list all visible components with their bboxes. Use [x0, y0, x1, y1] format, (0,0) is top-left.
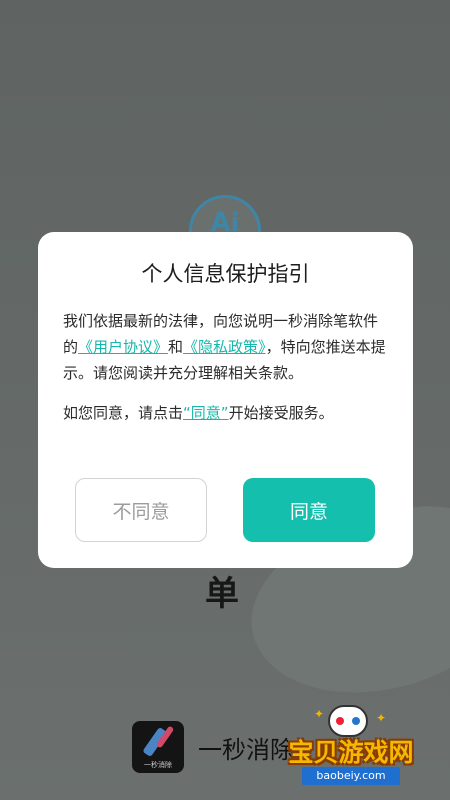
watermark-url: baobeiy.com: [302, 767, 400, 785]
gamepad-button-blue: [352, 717, 360, 725]
paragraph-text: 如您同意，请点击: [63, 404, 184, 422]
dialog-paragraph-1: 我们依据最新的法律，向您说明一秒消除笔软件的《用户协议》和《隐私政策》，特向您推…: [63, 308, 391, 386]
app-icon-caption: 一秒消除: [144, 761, 172, 769]
agree-inline-link[interactable]: “同意”: [183, 404, 229, 422]
paragraph-text: 开始接受服务。: [228, 404, 334, 422]
user-agreement-link[interactable]: 《用户协议》: [78, 338, 168, 356]
privacy-dialog: 个人信息保护指引 我们依据最新的法律，向您说明一秒消除笔软件的《用户协议》和《隐…: [38, 232, 413, 568]
app-icon: 一秒消除: [132, 721, 184, 773]
privacy-policy-link[interactable]: 《隐私政策》: [183, 338, 266, 356]
dialog-title: 个人信息保护指引: [141, 262, 310, 286]
app-footer: 一秒消除 一秒消除: [132, 720, 294, 774]
sparkle-icon: ✦: [314, 707, 325, 721]
watermark-text: 宝贝游戏网: [288, 738, 414, 767]
disagree-button[interactable]: 不同意: [75, 478, 207, 542]
watermark: ✦ ✦ 宝贝游戏网 baobeiy.com: [276, 705, 426, 790]
agree-button[interactable]: 同意: [243, 478, 375, 542]
conjunction-text: 和: [168, 338, 184, 356]
dialog-body: 我们依据最新的法律，向您说明一秒消除笔软件的《用户协议》和《隐私政策》，特向您推…: [63, 308, 391, 426]
gamepad-button-red: [336, 717, 344, 725]
dialog-paragraph-2: 如您同意，请点击“同意”开始接受服务。: [63, 400, 391, 426]
background-title-fragment: 单: [205, 574, 239, 614]
sparkle-icon: ✦: [376, 711, 387, 725]
